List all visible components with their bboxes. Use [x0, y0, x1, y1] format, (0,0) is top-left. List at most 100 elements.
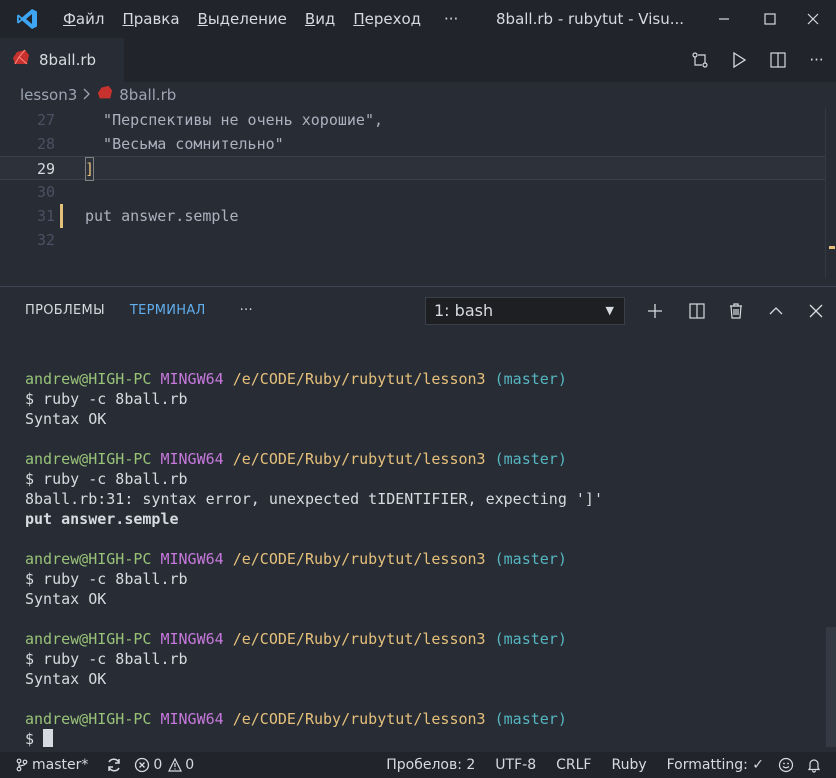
code-line: 32	[0, 228, 826, 252]
editor-actions: ···	[680, 38, 836, 82]
notifications-button[interactable]	[806, 757, 822, 773]
maximize-button[interactable]	[747, 0, 793, 38]
tab-problems[interactable]: ПРОБЛЕМЫ	[25, 303, 105, 318]
trash-icon	[730, 303, 742, 319]
vscode-logo-icon	[0, 0, 54, 38]
menu-selection-accel: В	[197, 10, 208, 28]
tab-terminal[interactable]: ТЕРМИНАЛ	[130, 303, 206, 318]
panel-header: ПРОБЛЕМЫ ТЕРМИНАЛ ···	[0, 287, 836, 333]
maximize-icon	[764, 13, 776, 25]
menu-go-label: ереход	[364, 10, 421, 28]
terminal-scrollbar[interactable]	[826, 627, 836, 747]
line-number: 32	[36, 231, 55, 249]
breadcrumb-folder[interactable]: lesson3	[20, 86, 77, 104]
prompt-user: andrew@HIGH-PC	[25, 450, 152, 468]
status-bar: master* 0 0 Пробелов: 2 UTF-8 CRLF Ruby …	[0, 752, 836, 778]
chevron-right-icon	[83, 86, 91, 104]
close-panel-button[interactable]	[804, 299, 828, 323]
split-editor-icon	[769, 52, 786, 68]
warning-count: 0	[185, 757, 195, 773]
terminal-prompt-line: andrew@HIGH-PC MINGW64 /e/CODE/Ruby/ruby…	[25, 549, 603, 569]
terminal-output[interactable]: andrew@HIGH-PC MINGW64 /e/CODE/Ruby/ruby…	[25, 369, 603, 749]
menu-view-label: ид	[315, 10, 336, 28]
feedback-button[interactable]	[778, 757, 794, 773]
menu-go[interactable]: Переход	[344, 0, 430, 38]
prompt-host: MINGW64	[160, 710, 224, 728]
run-button[interactable]	[719, 38, 758, 82]
problems-status[interactable]: 0 0	[134, 757, 194, 773]
indentation-status[interactable]: Пробелов: 2	[386, 757, 475, 773]
split-editor-button[interactable]	[758, 38, 797, 82]
menu-edit-label: равка	[133, 10, 180, 28]
code-editor[interactable]: 27 "Перспективы не очень хорошие", 28 "В…	[0, 108, 836, 278]
language-status[interactable]: Ruby	[611, 757, 646, 773]
new-terminal-button[interactable]	[643, 299, 667, 323]
formatting-status[interactable]: Formatting: ✓	[667, 757, 764, 773]
tab-8ball-rb[interactable]: 8ball.rb	[0, 38, 124, 82]
line-number: 30	[36, 183, 55, 201]
terminal-input-line[interactable]: $	[25, 729, 603, 749]
code-text: "Перспективы не очень хорошие",	[85, 111, 384, 129]
terminal-prompt-line: andrew@HIGH-PC MINGW64 /e/CODE/Ruby/ruby…	[25, 369, 603, 389]
branch-status[interactable]: master*	[16, 757, 88, 773]
sync-button[interactable]	[106, 757, 122, 773]
menu-go-accel: П	[353, 10, 365, 28]
menu-selection[interactable]: Выделение	[189, 0, 296, 38]
menu-file-accel: Ф	[63, 10, 76, 28]
line-number: 31	[36, 207, 55, 225]
ruby-file-icon	[97, 85, 113, 105]
terminal-prompt-line: andrew@HIGH-PC MINGW64 /e/CODE/Ruby/ruby…	[25, 709, 603, 729]
prompt-path: /e/CODE/Ruby/rubytut/lesson3	[232, 710, 486, 728]
menu-file-label: айл	[75, 10, 105, 28]
error-count: 0	[153, 757, 163, 773]
terminal-output-line: put answer.semple	[25, 510, 179, 528]
prompt-branch: (master)	[494, 450, 567, 468]
menu-view[interactable]: Вид	[296, 0, 344, 38]
terminal-command: $ ruby -c 8ball.rb	[25, 390, 188, 408]
prompt-branch: (master)	[494, 630, 567, 648]
more-actions-button[interactable]: ···	[797, 38, 836, 82]
branch-label: master*	[32, 757, 89, 773]
prompt-path: /e/CODE/Ruby/rubytut/lesson3	[232, 450, 486, 468]
terminal-cursor	[43, 729, 54, 747]
prompt-host: MINGW64	[160, 550, 224, 568]
menu-edit-accel: П	[122, 10, 134, 28]
terminal-command: $ ruby -c 8ball.rb	[25, 470, 188, 488]
editor-scrollbar[interactable]	[825, 108, 836, 278]
prompt-user: andrew@HIGH-PC	[25, 710, 152, 728]
tab-label: 8ball.rb	[39, 51, 97, 69]
code-line: 31 put answer.semple	[0, 204, 826, 228]
menu-view-accel: В	[304, 10, 316, 28]
code-line: 27 "Перспективы не очень хорошие",	[0, 108, 826, 132]
sync-icon	[108, 758, 121, 772]
menu-file[interactable]: Файл	[54, 0, 113, 38]
minimize-button[interactable]	[701, 0, 747, 38]
terminal-command: $ ruby -c 8ball.rb	[25, 570, 188, 588]
terminal-select[interactable]: 1: bash ▼	[425, 297, 625, 325]
prompt-path: /e/CODE/Ruby/rubytut/lesson3	[232, 550, 486, 568]
menu-selection-label: ыделение	[207, 10, 287, 28]
code-text: put answer.semple	[85, 207, 239, 225]
git-branch-icon	[16, 758, 28, 772]
current-code-line: 29 ]	[0, 156, 826, 181]
open-changes-button[interactable]	[680, 38, 719, 82]
encoding-status[interactable]: UTF-8	[495, 757, 536, 773]
modified-line-indicator	[60, 204, 63, 228]
close-window-button[interactable]	[790, 0, 836, 38]
bottom-panel: ПРОБЛЕМЫ ТЕРМИНАЛ ··· 1: bash ▼ andrew@H…	[0, 286, 836, 749]
prompt-symbol: $	[25, 730, 44, 748]
prompt-path: /e/CODE/Ruby/rubytut/lesson3	[232, 370, 486, 388]
panel-more-button[interactable]: ···	[240, 303, 253, 318]
menu-edit[interactable]: Правка	[113, 0, 188, 38]
terminal-prompt-line: andrew@HIGH-PC MINGW64 /e/CODE/Ruby/ruby…	[25, 449, 603, 469]
maximize-panel-button[interactable]	[764, 299, 788, 323]
kill-terminal-button[interactable]	[724, 299, 748, 323]
code-text: ]	[85, 157, 95, 181]
error-icon	[135, 757, 150, 773]
breadcrumb-file[interactable]: 8ball.rb	[119, 86, 176, 104]
eol-status[interactable]: CRLF	[556, 757, 591, 773]
menu-more[interactable]: ···	[430, 0, 467, 38]
split-terminal-button[interactable]	[685, 299, 709, 323]
